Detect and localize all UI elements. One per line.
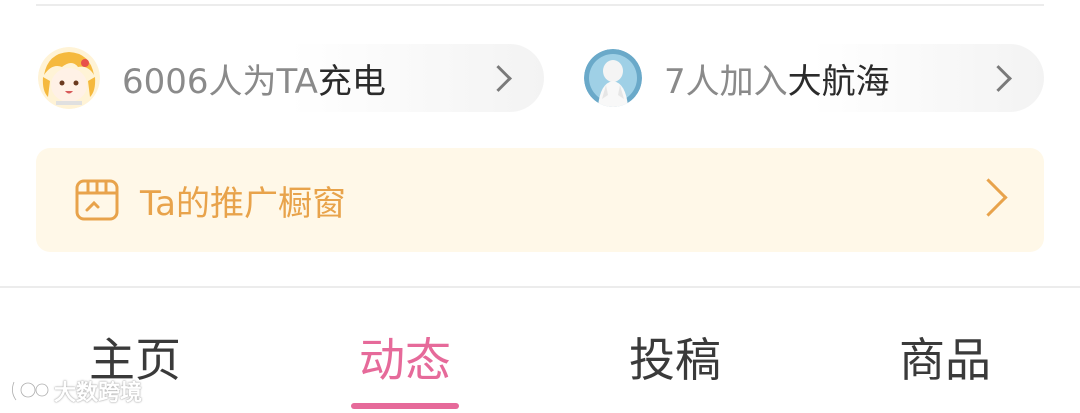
tab-divider bbox=[0, 286, 1080, 288]
chevron-right-icon bbox=[969, 178, 1008, 217]
profile-page: 6006人为TA充电 7人加入大航海 Ta的推广橱窗 主页 动态 投稿 商品 大… bbox=[0, 0, 1080, 413]
chevron-right-icon bbox=[485, 65, 512, 92]
fleet-avatar bbox=[584, 49, 642, 107]
tab-submissions[interactable]: 投稿 bbox=[629, 324, 721, 390]
shop-showcase-icon bbox=[74, 178, 120, 222]
top-divider bbox=[36, 4, 1044, 6]
active-tab-indicator bbox=[351, 403, 459, 409]
charge-label: 充电 bbox=[317, 61, 386, 102]
tab-products[interactable]: 商品 bbox=[899, 324, 991, 390]
showcase-label: Ta的推广橱窗 bbox=[140, 183, 346, 224]
fleet-text: 7人加入大航海 bbox=[664, 54, 890, 103]
watermark: 大数跨境 bbox=[8, 375, 142, 407]
tab-dynamics[interactable]: 动态 bbox=[359, 324, 451, 390]
supporter-avatar bbox=[38, 47, 100, 109]
profile-tabs: 主页 动态 投稿 商品 bbox=[0, 300, 1080, 413]
watermark-text: 大数跨境 bbox=[54, 381, 143, 406]
watermark-logo-icon bbox=[10, 380, 50, 402]
supporters-text: 6006人为TA充电 bbox=[122, 54, 386, 103]
fleet-members-entry[interactable]: 7人加入大航海 bbox=[580, 44, 1044, 112]
chevron-right-icon bbox=[985, 65, 1012, 92]
promo-showcase-banner[interactable]: Ta的推广橱窗 bbox=[36, 148, 1044, 252]
charge-supporters-entry[interactable]: 6006人为TA充电 bbox=[36, 44, 544, 112]
supporters-count: 6006人为TA bbox=[122, 61, 318, 102]
fleet-label: 大航海 bbox=[787, 61, 890, 102]
fleet-count: 7人加入 bbox=[664, 61, 788, 102]
